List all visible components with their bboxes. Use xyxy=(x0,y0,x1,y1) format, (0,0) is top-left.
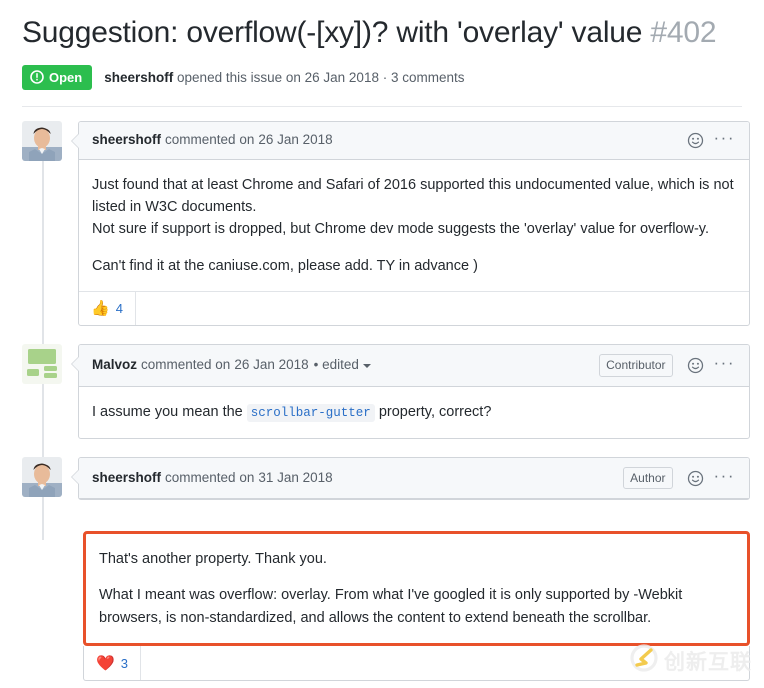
reaction-bar-wrap: ❤️ 3 xyxy=(83,646,750,682)
comment-card: sheershoff commented on 31 Jan 2018 Auth… xyxy=(71,456,750,501)
comment-text-prefix: I assume you mean the xyxy=(92,404,243,421)
kebab-menu-icon[interactable]: ··· xyxy=(706,129,739,148)
role-badge: Author xyxy=(623,466,673,490)
timeline-comment: sheershoff commented on 31 Jan 2018 Auth… xyxy=(22,456,750,501)
issue-title-text: Suggestion: overflow(-[xy])? with 'overl… xyxy=(22,16,643,49)
comment-action: commented on xyxy=(165,469,255,485)
comment-date: 31 Jan 2018 xyxy=(258,469,333,485)
page-title: Suggestion: overflow(-[xy])? with 'overl… xyxy=(22,14,750,52)
comment-header: sheershoff commented on 26 Jan 2018 ··· xyxy=(79,121,749,160)
comment-paragraph: Can't find it at the caniuse.com, please… xyxy=(92,257,478,274)
role-badge: Contributor xyxy=(599,354,673,378)
comment-count: 3 comments xyxy=(391,69,465,85)
reaction-count: 4 xyxy=(115,301,123,317)
timeline-comment: Malvoz commented on 26 Jan 2018 • edited… xyxy=(22,344,750,439)
comment-paragraph: What I meant was overflow: overlay. From… xyxy=(99,587,683,626)
comment-action: commented on xyxy=(141,357,231,373)
issue-opened-icon xyxy=(30,70,44,84)
kebab-menu-icon[interactable]: ··· xyxy=(706,467,739,486)
smiley-icon[interactable] xyxy=(687,357,704,374)
reaction-thumbsup[interactable]: 👍 4 xyxy=(79,292,136,326)
issue-meta: sheershoff opened this issue on 26 Jan 2… xyxy=(104,70,464,85)
issue-opened-text: opened this issue on xyxy=(177,69,301,85)
thumbsup-icon: 👍 xyxy=(91,300,110,318)
comment-text-suffix: property, correct? xyxy=(378,404,492,421)
comment-author[interactable]: Malvoz xyxy=(92,356,137,375)
issue-author[interactable]: sheershoff xyxy=(104,70,173,85)
highlighted-comment-box: That's another property. Thank you. What… xyxy=(83,531,750,647)
comment-card: Malvoz commented on 26 Jan 2018 • edited… xyxy=(71,344,750,439)
comment-paragraph: Just found that at least Chrome and Safa… xyxy=(92,176,734,238)
kebab-menu-icon[interactable]: ··· xyxy=(706,354,739,373)
chevron-down-icon[interactable] xyxy=(362,363,371,368)
comment-date: 26 Jan 2018 xyxy=(234,357,309,373)
reaction-bar-filler xyxy=(141,646,749,680)
comment-paragraph: I assume you mean the scrollbar-gutter p… xyxy=(92,401,735,423)
comment-header: Malvoz commented on 26 Jan 2018 • edited… xyxy=(79,345,749,388)
status-badge-label: Open xyxy=(49,69,83,85)
comment-card: sheershoff commented on 26 Jan 2018 ··· xyxy=(71,120,750,327)
smiley-icon[interactable] xyxy=(687,132,704,149)
issue-header: Suggestion: overflow(-[xy])? with 'overl… xyxy=(0,0,764,90)
timeline-comment: sheershoff commented on 26 Jan 2018 ··· xyxy=(22,120,750,327)
inline-code: scrollbar-gutter xyxy=(246,404,375,423)
status-badge[interactable]: Open xyxy=(22,64,93,90)
comment-header: sheershoff commented on 31 Jan 2018 Auth… xyxy=(79,457,749,500)
reaction-heart[interactable]: ❤️ 3 xyxy=(84,646,141,681)
heart-icon: ❤️ xyxy=(96,654,115,672)
comment-action: commented on xyxy=(165,131,255,147)
reaction-bar: 👍 4 xyxy=(79,291,749,326)
meta-separator: · xyxy=(382,69,388,85)
reaction-bar-filler xyxy=(136,292,749,325)
comment-author[interactable]: sheershoff xyxy=(92,131,161,150)
avatar[interactable] xyxy=(22,344,62,385)
avatar[interactable] xyxy=(22,120,62,161)
reaction-count: 3 xyxy=(120,655,128,671)
comment-paragraph: That's another property. Thank you. xyxy=(99,551,327,567)
issue-number[interactable]: #402 xyxy=(650,16,716,49)
issue-page: Suggestion: overflow(-[xy])? with 'overl… xyxy=(0,0,764,688)
issue-opened-date: 26 Jan 2018 xyxy=(304,69,379,85)
header-divider xyxy=(22,105,742,107)
smiley-icon[interactable] xyxy=(687,470,704,487)
comment-body: I assume you mean the scrollbar-gutter p… xyxy=(79,387,749,437)
reaction-bar: ❤️ 3 xyxy=(84,646,749,681)
comment-date: 26 Jan 2018 xyxy=(258,131,333,147)
comment-edited-label[interactable]: • edited xyxy=(314,356,359,375)
issue-subheader: Open sheershoff opened this issue on 26 … xyxy=(22,64,750,90)
highlighted-comment-body-wrap: That's another property. Thank you. What… xyxy=(83,531,750,682)
comment-timeline: sheershoff commented on 26 Jan 2018 ··· xyxy=(0,120,764,541)
comment-body: That's another property. Thank you. What… xyxy=(86,534,747,643)
comment-body: Just found that at least Chrome and Safa… xyxy=(79,160,749,292)
comment-author[interactable]: sheershoff xyxy=(92,469,161,488)
avatar[interactable] xyxy=(22,456,62,497)
